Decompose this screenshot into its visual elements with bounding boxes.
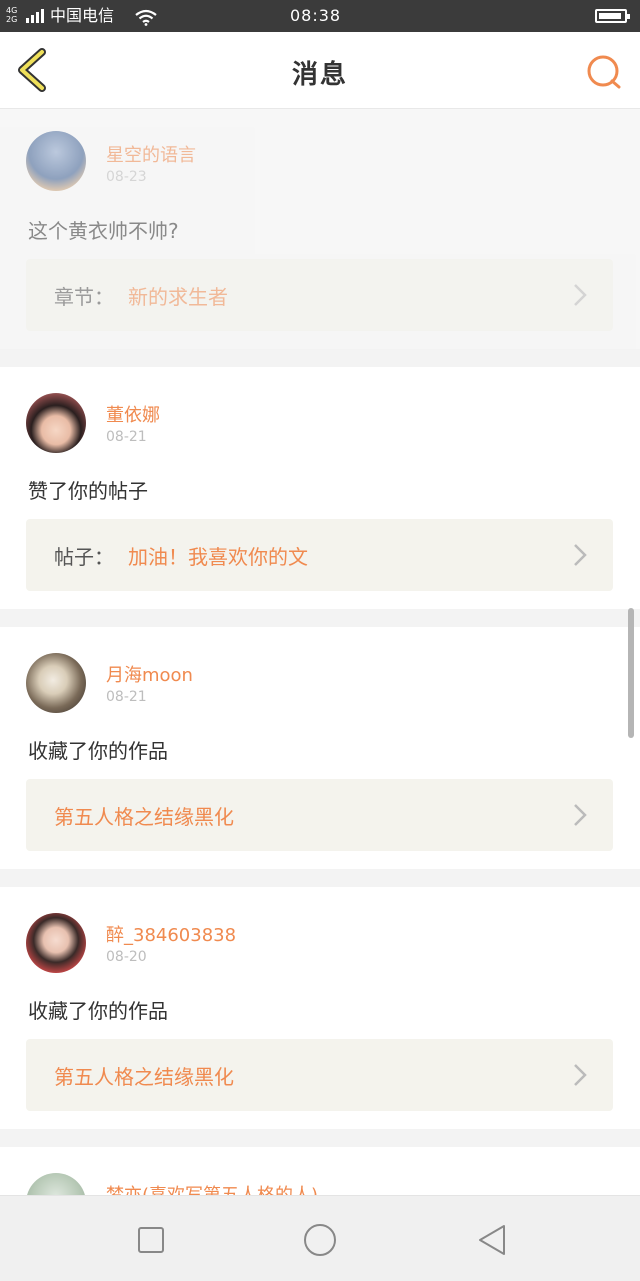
- chevron-right-icon: [574, 284, 587, 306]
- message-card[interactable]: 董依娜 08-21 赞了你的帖子 帖子： 加油！我喜欢你的文: [0, 367, 640, 609]
- username[interactable]: 梦亦(喜欢写第五人格的人): [106, 1181, 318, 1195]
- page-title: 消息: [291, 60, 348, 90]
- reference-title: 第五人格之结缘黑化: [54, 805, 234, 829]
- triangle-back-icon[interactable]: [472, 1220, 512, 1260]
- username[interactable]: 星空的语言: [106, 141, 196, 167]
- avatar[interactable]: [26, 1173, 86, 1195]
- reference-label: 章节：: [54, 285, 114, 309]
- username[interactable]: 月海moon: [106, 661, 193, 687]
- carrier-name: 中国电信: [50, 6, 115, 25]
- message-card[interactable]: 星空的语言 08-23 这个黄衣帅不帅? 章节： 新的求生者: [0, 109, 640, 349]
- reference-link[interactable]: 第五人格之结缘黑化: [26, 1039, 613, 1111]
- battery-icon: [595, 9, 630, 23]
- message-date: 08-21: [106, 429, 147, 445]
- circle-home-icon[interactable]: [300, 1220, 340, 1260]
- reference-link[interactable]: 第五人格之结缘黑化: [26, 779, 613, 851]
- status-bar: 4G 2G 中国电信 08:38: [0, 0, 640, 32]
- message-card[interactable]: 月海moon 08-21 收藏了你的作品 第五人格之结缘黑化: [0, 627, 640, 869]
- username[interactable]: 醉_384603838: [106, 921, 236, 947]
- chevron-right-icon: [574, 1064, 587, 1086]
- network-type: 4G 2G: [6, 6, 18, 24]
- message-list[interactable]: 星空的语言 08-23 这个黄衣帅不帅? 章节： 新的求生者 董依娜 08-21…: [0, 109, 640, 1195]
- reference-link[interactable]: 章节： 新的求生者: [26, 259, 613, 331]
- message-text: 赞了你的帖子: [28, 479, 148, 503]
- chevron-right-icon: [574, 544, 587, 566]
- reference-label: 帖子：: [54, 545, 114, 569]
- app-header: 消息: [0, 32, 640, 109]
- square-icon[interactable]: [131, 1220, 171, 1260]
- username[interactable]: 董依娜: [106, 401, 160, 427]
- message-date: 08-21: [106, 689, 147, 705]
- message-card[interactable]: 醉_384603838 08-20 收藏了你的作品 第五人格之结缘黑化: [0, 887, 640, 1129]
- message-date: 08-20: [106, 949, 147, 965]
- search-icon[interactable]: [584, 52, 624, 92]
- reference-title: 第五人格之结缘黑化: [54, 1065, 234, 1089]
- system-nav-bar: [0, 1195, 640, 1281]
- message-date: 08-23: [106, 169, 147, 185]
- reference-title: 新的求生者: [128, 285, 228, 309]
- reference-link[interactable]: 帖子： 加油！我喜欢你的文: [26, 519, 613, 591]
- message-text: 这个黄衣帅不帅?: [28, 219, 179, 243]
- avatar[interactable]: [26, 913, 86, 973]
- scrollbar[interactable]: [628, 608, 634, 738]
- avatar[interactable]: [26, 131, 86, 191]
- avatar[interactable]: [26, 393, 86, 453]
- wifi-icon: [135, 9, 157, 26]
- clock: 08:38: [290, 6, 342, 25]
- chevron-right-icon: [574, 804, 587, 826]
- message-card[interactable]: 梦亦(喜欢写第五人格的人): [0, 1147, 640, 1195]
- signal-icon: [26, 9, 46, 23]
- message-text: 收藏了你的作品: [28, 999, 168, 1023]
- message-text: 收藏了你的作品: [28, 739, 168, 763]
- avatar[interactable]: [26, 653, 86, 713]
- reference-title: 加油！我喜欢你的文: [128, 545, 308, 569]
